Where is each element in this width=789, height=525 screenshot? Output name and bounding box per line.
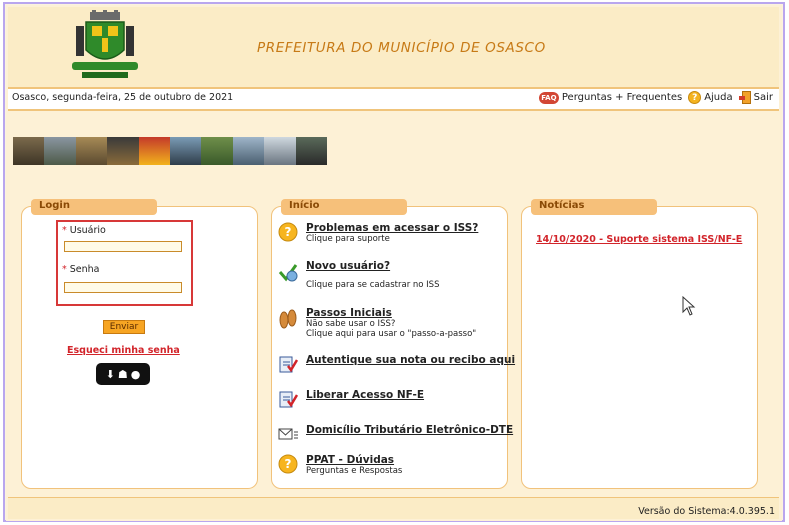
download-icon: ⬇ [105,367,115,381]
forgot-password-link[interactable]: Esqueci minha senha [67,345,180,356]
document-check-icon [278,354,298,374]
system-version: Versão do Sistema:4.0.395.1 [638,506,775,517]
menu-item-subtitle: Clique para se cadastrar no ISS [306,280,440,290]
menu-item-novo-usuario[interactable]: Novo usuário? Clique para se cadastrar n… [278,260,439,290]
faq-link[interactable]: FAQ Perguntas + Frequentes [538,91,683,104]
app-download-badge[interactable]: ⬇ ☗ ● [96,363,150,385]
page-title: PREFEITURA DO MUNICÍPIO DE OSASCO [257,40,546,56]
inicio-tab: Início [281,199,407,215]
password-label: * Senha [62,264,100,275]
current-date: Osasco, segunda-feira, 25 de outubro de … [12,92,234,103]
menu-item-liberar-nfe[interactable]: Liberar Acesso NF-E [278,389,424,409]
help-label: Ajuda [704,92,733,103]
menu-item-title: Domicílio Tributário Eletrônico-DTE [306,424,514,436]
question-icon: ? [278,222,298,242]
login-tab: Login [31,199,157,215]
submit-button[interactable]: Enviar [103,320,145,334]
password-input[interactable] [64,282,182,293]
mouse-cursor-icon [682,295,696,320]
username-input[interactable] [64,241,182,252]
menu-item-problemas-iss[interactable]: ? Problemas em acessar o ISS? Clique par… [278,222,478,244]
menu-item-title: Problemas em acessar o ISS? [306,222,479,234]
svg-text:?: ? [285,225,292,239]
question-icon: ? [278,454,298,474]
menu-item-subtitle-2: Clique aqui para usar o "passo-a-passo" [306,329,477,339]
help-icon: ? [688,91,702,104]
footprints-icon [278,309,298,329]
top-links: FAQ Perguntas + Frequentes ? Ajuda Sair [538,91,773,104]
faq-icon: FAQ [538,91,559,104]
menu-item-autentique-nota[interactable]: Autentique sua nota ou recibo aqui [278,354,515,374]
news-tab: Notícias [531,199,657,215]
news-item[interactable]: 14/10/2020 - Suporte sistema ISS/NF-E [536,234,742,245]
exit-link[interactable]: Sair [738,91,773,104]
help-link[interactable]: ? Ajuda [688,91,733,104]
menu-item-subtitle: Não sabe usar o ISS? [306,319,396,329]
android-icon: ☗ [117,367,128,381]
faq-label: Perguntas + Frequentes [561,92,683,103]
menu-item-subtitle: Clique para suporte [306,234,390,244]
username-label: * Usuário [62,225,106,236]
menu-item-title: Passos Iniciais [306,307,392,319]
new-user-icon [278,262,298,282]
news-panel [521,206,758,489]
exit-icon [738,91,751,104]
menu-item-passos-iniciais[interactable]: Passos Iniciais Não sabe usar o ISS? Cli… [278,307,476,339]
city-photo-strip [13,137,328,165]
menu-item-subtitle: Perguntas e Respostas [306,466,403,476]
menu-item-title: Liberar Acesso NF-E [306,389,425,401]
menu-item-title: Autentique sua nota ou recibo aqui [306,354,516,366]
apple-icon: ● [130,367,141,381]
menu-item-title: PPAT - Dúvidas [306,454,395,466]
document-check-icon [278,389,298,409]
menu-item-dte[interactable]: Domicílio Tributário Eletrônico-DTE [278,424,513,444]
menu-item-ppat-duvidas[interactable]: ? PPAT - Dúvidas Perguntas e Respostas [278,454,402,476]
inicio-panel [271,206,508,489]
svg-text:?: ? [285,457,292,471]
city-coat-of-arms-logo [68,10,142,80]
exit-label: Sair [753,92,773,103]
mail-icon [278,424,298,444]
menu-item-title: Novo usuário? [306,260,391,272]
